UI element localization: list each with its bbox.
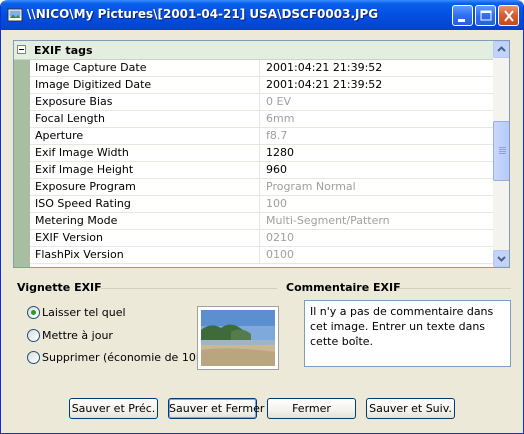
chevron-up-icon xyxy=(497,46,506,52)
minimize-button[interactable] xyxy=(452,5,473,26)
grip-line xyxy=(499,149,506,150)
scroll-down-button[interactable] xyxy=(493,250,509,267)
section-divider xyxy=(101,288,277,289)
property-name: Exposure Program xyxy=(30,179,260,195)
minimize-icon xyxy=(458,19,465,22)
property-row[interactable]: EXIF Version 0210 xyxy=(30,230,493,247)
property-value: Multi-Segment/Pattern xyxy=(266,214,390,227)
radio-label: Laisser tel quel xyxy=(42,306,126,319)
list-gutter xyxy=(14,60,30,267)
property-row[interactable]: Exposure Bias 0 EV xyxy=(30,94,493,111)
property-value: 100 xyxy=(266,197,287,210)
property-row[interactable]: FlashPix Version 0100 xyxy=(30,247,493,264)
save-close-button[interactable]: Sauver et Fermer xyxy=(168,398,264,419)
grip-line xyxy=(499,153,506,154)
thumbnail-section-title: Vignette EXIF xyxy=(17,281,102,294)
property-name: Image Capture Date xyxy=(30,60,260,76)
property-name: Focal Length xyxy=(30,111,260,127)
close-button[interactable] xyxy=(498,5,519,26)
image-file-icon xyxy=(7,7,23,23)
property-value: 0210 xyxy=(266,231,294,244)
grip-line xyxy=(499,147,506,148)
property-row[interactable]: Metering Mode Multi-Segment/Pattern xyxy=(30,213,493,230)
property-row[interactable]: Exif Image Height 960 xyxy=(30,162,493,179)
property-value: Program Normal xyxy=(266,180,356,193)
property-row[interactable]: Aperture f8.7 xyxy=(30,128,493,145)
maximize-button[interactable] xyxy=(475,5,496,26)
exif-editor-window: \\NICO\My Pictures\[2001-04-21] USA\DSCF… xyxy=(0,0,524,434)
close-dialog-button[interactable]: Fermer xyxy=(267,398,356,419)
group-label: EXIF tags xyxy=(34,44,93,57)
radio-button[interactable] xyxy=(27,306,40,319)
grip-line xyxy=(499,151,506,152)
property-value: 6mm xyxy=(266,112,295,125)
save-prev-button[interactable]: Sauver et Préc. xyxy=(69,398,158,419)
comment-section-title: Commentaire EXIF xyxy=(286,281,401,294)
property-name: Metering Mode xyxy=(30,213,260,229)
property-value: 0100 xyxy=(266,248,294,261)
property-name: Exif Image Height xyxy=(30,162,260,178)
beach-thumbnail-image xyxy=(201,310,275,366)
exif-tags-group[interactable]: EXIF tags xyxy=(14,41,493,60)
close-icon xyxy=(504,10,514,22)
property-value[interactable]: 960 xyxy=(261,162,493,178)
property-row[interactable]: Image Digitized Date 2001:04:21 21:39:52 xyxy=(30,77,493,94)
property-value[interactable]: 2001:04:21 21:39:52 xyxy=(261,77,493,93)
property-name: Exif Image Width xyxy=(30,145,260,161)
vertical-scrollbar[interactable] xyxy=(493,41,509,267)
exif-thumbnail xyxy=(197,306,279,370)
scroll-up-button[interactable] xyxy=(493,41,509,58)
property-value[interactable]: 2001:04:21 21:39:52 xyxy=(261,60,493,76)
radio-label: Mettre à jour xyxy=(42,329,113,342)
radio-button[interactable] xyxy=(27,329,40,342)
scroll-thumb[interactable] xyxy=(493,121,509,181)
radio-button[interactable] xyxy=(27,351,40,364)
property-name: Image Digitized Date xyxy=(30,77,260,93)
save-next-button[interactable]: Sauver et Suiv. xyxy=(366,398,455,419)
section-divider xyxy=(397,288,511,289)
exif-property-list[interactable]: EXIF tags Image Capture Date 2001:04:21 … xyxy=(13,40,510,268)
property-name: Exposure Bias xyxy=(30,94,260,110)
property-row[interactable]: Image Capture Date 2001:04:21 21:39:52 xyxy=(30,60,493,77)
property-row[interactable]: Exif Image Width 1280 xyxy=(30,145,493,162)
collapse-icon[interactable] xyxy=(17,45,26,54)
property-row[interactable]: Focal Length 6mm xyxy=(30,111,493,128)
radio-label: Supprimer (économie de 10Ko) xyxy=(42,351,214,364)
comment-textarea[interactable]: Il n'y a pas de commentaire dans cet ima… xyxy=(304,300,511,367)
property-name: FlashPix Version xyxy=(30,247,260,263)
title-bar[interactable]: \\NICO\My Pictures\[2001-04-21] USA\DSCF… xyxy=(1,0,523,30)
property-value[interactable]: 1280 xyxy=(261,145,493,161)
property-value: 0 EV xyxy=(266,95,291,108)
property-row[interactable]: Exposure Program Program Normal xyxy=(30,179,493,196)
chevron-down-icon xyxy=(497,256,506,262)
property-name: Aperture xyxy=(30,128,260,144)
property-rows: EXIF tags Image Capture Date 2001:04:21 … xyxy=(14,41,493,267)
property-value: f8.7 xyxy=(266,129,288,142)
window-title: \\NICO\My Pictures\[2001-04-21] USA\DSCF… xyxy=(27,7,379,21)
property-name: EXIF Version xyxy=(30,230,260,246)
property-row[interactable]: ISO Speed Rating 100 xyxy=(30,196,493,213)
maximize-icon xyxy=(480,10,492,21)
property-name: ISO Speed Rating xyxy=(30,196,260,212)
